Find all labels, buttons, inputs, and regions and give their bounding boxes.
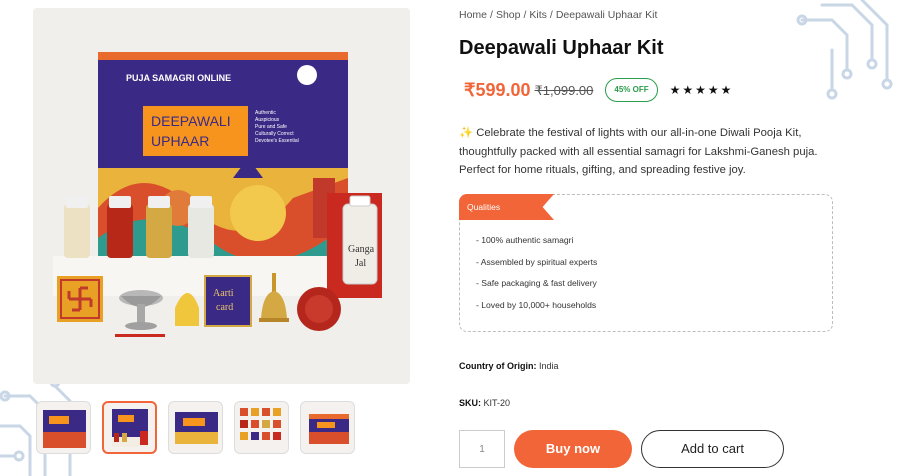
qualities-tab: Qualities: [459, 194, 554, 220]
add-to-cart-button[interactable]: Add to cart: [641, 430, 784, 468]
sale-price: ₹599.00: [464, 79, 531, 100]
svg-text:card: card: [216, 302, 233, 313]
box-title-line1: DEEPAWALI: [151, 113, 231, 129]
svg-text:Culturally Correct: Culturally Correct: [255, 131, 294, 137]
svg-text:Authentic: Authentic: [255, 110, 276, 116]
sku: SKU: KIT-20: [459, 398, 510, 408]
svg-text:Auspicious: Auspicious: [255, 117, 280, 123]
circuit-decoration-icon: [796, 0, 893, 100]
breadcrumb-kits[interactable]: Kits: [529, 9, 547, 21]
country-label: Country of Origin:: [459, 361, 537, 371]
breadcrumb-home[interactable]: Home: [459, 9, 487, 21]
description-text: Celebrate the festival of lights with ou…: [459, 127, 818, 176]
qualities-box: Qualities - 100% authentic samagri - Ass…: [459, 194, 833, 332]
rating-stars-icon[interactable]: ★★★★★: [670, 83, 734, 97]
ganga-jal-label: Ganga: [348, 244, 375, 255]
thumbnail-3[interactable]: [168, 401, 223, 454]
qualities-list: - 100% authentic samagri - Assembled by …: [476, 235, 597, 321]
country-value: India: [539, 361, 559, 371]
sku-label: SKU:: [459, 398, 481, 408]
sku-value: KIT-20: [483, 398, 511, 408]
discount-badge: 45% OFF: [605, 78, 658, 102]
breadcrumb: Home / Shop / Kits / Deepawali Uphaar Kit: [459, 9, 658, 21]
svg-text:Devotee's Essential: Devotee's Essential: [255, 138, 299, 144]
thumbnail-5[interactable]: [300, 401, 355, 454]
country-of-origin: Country of Origin: India: [459, 361, 559, 371]
breadcrumb-current: Deepawali Uphaar Kit: [555, 9, 658, 21]
original-price: ₹1,099.00: [534, 83, 594, 98]
buy-now-button[interactable]: Buy now: [514, 430, 632, 468]
product-description: ✨ Celebrate the festival of lights with …: [459, 124, 849, 180]
product-photo: PUJA SAMAGRI ONLINE DEEPAWALI UPHAAR Aut…: [53, 52, 382, 337]
box-title-line2: UPHAAR: [151, 133, 209, 149]
svg-text:Pure and Safe: Pure and Safe: [255, 124, 287, 130]
thumbnail-2[interactable]: [102, 401, 157, 454]
price-row: ₹599.00 ₹1,099.00 45% OFF ★★★★★: [464, 78, 733, 102]
thumbnail-1[interactable]: [36, 401, 91, 454]
aarti-card-label: Aarti: [213, 288, 234, 299]
quality-item: - Safe packaging & fast delivery: [476, 278, 597, 288]
svg-text:Jal: Jal: [355, 258, 366, 269]
quality-item: - 100% authentic samagri: [476, 235, 574, 245]
quantity-input[interactable]: 1: [459, 430, 505, 468]
quality-item: - Loved by 10,000+ households: [476, 299, 597, 310]
quality-item: - Assembled by spiritual experts: [476, 256, 598, 267]
product-title: Deepawali Uphaar Kit: [459, 37, 664, 59]
thumbnail-4[interactable]: [234, 401, 289, 454]
sparkle-icon: ✨: [459, 127, 474, 139]
product-main-image[interactable]: PUJA SAMAGRI ONLINE DEEPAWALI UPHAAR Aut…: [33, 8, 410, 384]
breadcrumb-shop[interactable]: Shop: [496, 9, 521, 21]
box-brand-text: PUJA SAMAGRI ONLINE: [126, 73, 231, 83]
thumbnail-strip: [36, 401, 355, 454]
